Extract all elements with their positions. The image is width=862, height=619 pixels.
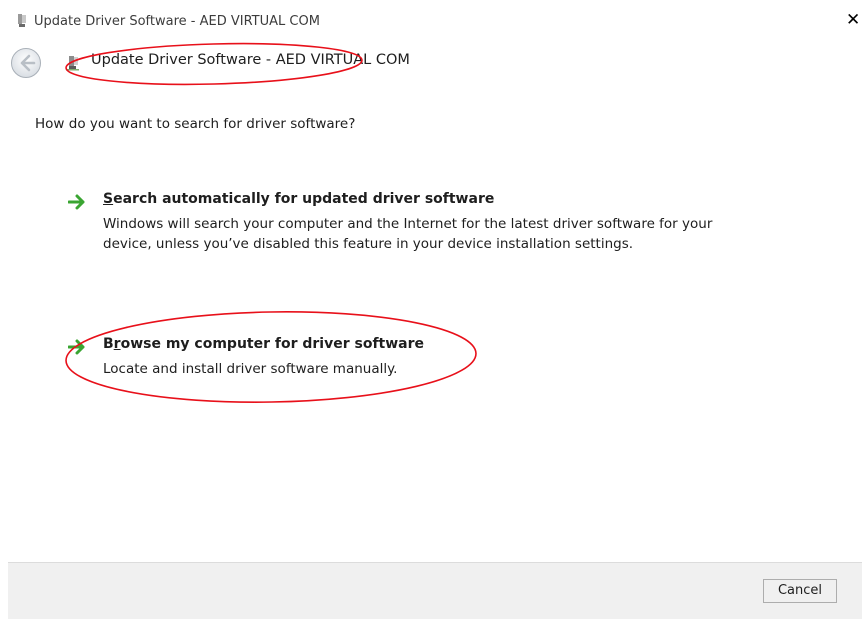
cancel-button[interactable]: Cancel	[763, 579, 837, 603]
option-description: Windows will search your computer and th…	[103, 216, 713, 252]
update-driver-dialog: Update Driver Software - AED VIRTUAL COM…	[8, 8, 862, 619]
close-icon: ✕	[846, 10, 861, 30]
title-bar: Update Driver Software - AED VIRTUAL COM…	[8, 8, 862, 36]
content-area: How do you want to search for driver sof…	[8, 88, 862, 562]
window-title: Update Driver Software - AED VIRTUAL COM	[34, 14, 320, 29]
green-arrow-icon	[68, 339, 85, 355]
green-arrow-icon	[68, 194, 85, 210]
device-icon	[66, 56, 79, 71]
option-search-automatically[interactable]: Search automatically for updated driver …	[68, 191, 758, 281]
back-arrow-icon[interactable]	[10, 47, 42, 79]
footer-bar: Cancel	[8, 562, 862, 619]
device-icon	[18, 14, 26, 27]
option-title: Browse my computer for driver software	[103, 336, 425, 352]
search-question: How do you want to search for driver sof…	[35, 116, 356, 132]
navigation-bar: Update Driver Software - AED VIRTUAL COM	[8, 36, 862, 88]
option-description: Locate and install driver software manua…	[103, 361, 398, 377]
option-browse-computer[interactable]: Browse my computer for driver software L…	[68, 336, 758, 386]
dialog-heading: Update Driver Software - AED VIRTUAL COM	[91, 52, 410, 68]
option-title: Search automatically for updated driver …	[103, 191, 495, 207]
close-button[interactable]: ✕	[846, 11, 860, 29]
